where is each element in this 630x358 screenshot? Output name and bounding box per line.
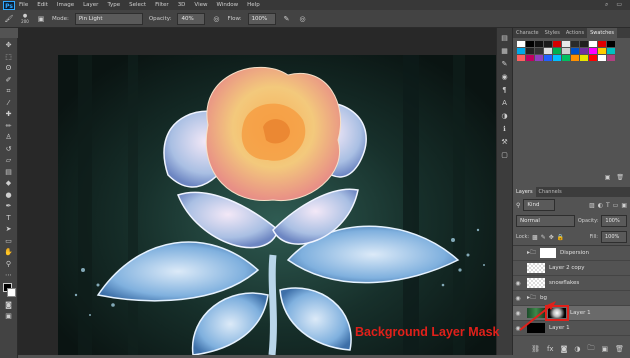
annotation-arrow	[519, 301, 556, 331]
annotation-label: Background Layer Mask	[355, 325, 500, 339]
